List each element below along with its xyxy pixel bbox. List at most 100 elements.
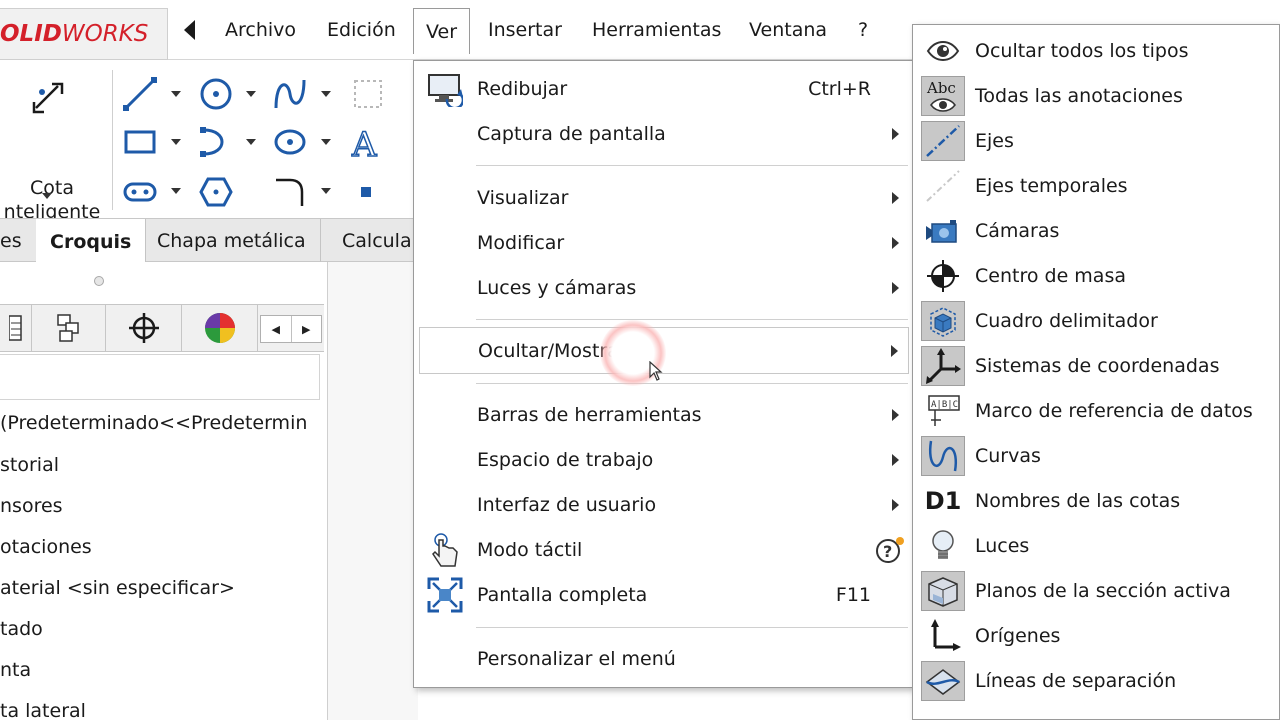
menu-separator [476, 319, 908, 320]
text-icon[interactable]: A [346, 122, 386, 162]
tree-item-historial[interactable]: storial [0, 454, 59, 476]
menu-item-shortcut: Ctrl+R [808, 77, 871, 100]
configuration-manager-tab-icon[interactable] [106, 305, 182, 351]
tab-chapa-metalica[interactable]: Chapa metálica [143, 219, 321, 263]
panel-splitter-handle[interactable] [94, 276, 104, 286]
circle-icon[interactable] [196, 74, 236, 114]
ellipse-icon[interactable] [270, 122, 310, 162]
menu-edicion[interactable]: Edición [315, 8, 408, 52]
tree-item-alzado[interactable]: tado [0, 618, 43, 640]
straight-slot-icon[interactable] [120, 172, 160, 212]
menu-item-captura-de-pantalla[interactable]: Captura de pantalla [419, 111, 909, 156]
submenu-item-label: Nombres de las cotas [975, 489, 1181, 512]
menu-bar: OLID WORKS Archivo Edición Ver Insertar H… [0, 0, 960, 60]
submenu-item-lineas-de-separacion[interactable]: Líneas de separación [913, 658, 1280, 703]
submenu-item-sistemas-de-coordenadas[interactable]: Sistemas de coordenadas [913, 343, 1280, 388]
temporary-axis-icon [921, 166, 965, 206]
arc-dropdown-icon[interactable] [246, 139, 256, 145]
menu-item-pantalla-completa[interactable]: Pantalla completa F11 [419, 572, 909, 617]
command-manager-toolbar: Cota nteligente A [0, 60, 415, 223]
scroll-right-icon[interactable]: ▶ [290, 316, 322, 342]
rectangle-dropdown-icon[interactable] [171, 139, 181, 145]
spline-icon[interactable] [270, 74, 310, 114]
menu-item-luces-y-camaras[interactable]: Luces y cámaras [419, 265, 909, 310]
smart-dimension-dropdown-icon[interactable] [42, 193, 52, 199]
menu-insertar[interactable]: Insertar [476, 8, 574, 52]
spline-dropdown-icon[interactable] [321, 91, 331, 97]
submenu-item-label: Ejes [975, 129, 1014, 152]
menu-separator [476, 627, 908, 628]
construction-geometry-icon[interactable] [348, 74, 388, 114]
tree-item-sensores[interactable]: nsores [0, 495, 63, 517]
menu-archivo[interactable]: Archivo [213, 8, 308, 52]
logo-text-bold: OLID [0, 21, 62, 47]
point-icon[interactable] [352, 178, 380, 206]
menu-item-redibujar[interactable]: Redibujar Ctrl+R [419, 66, 909, 111]
menu-item-personalizar-el-menu[interactable]: Personalizar el menú [419, 636, 909, 681]
line-dropdown-icon[interactable] [171, 91, 181, 97]
slot-arc-icon[interactable] [196, 122, 236, 162]
submenu-item-label: Planos de la sección activa [975, 579, 1231, 602]
submenu-item-ejes-temporales[interactable]: Ejes temporales [913, 163, 1280, 208]
parting-lines-icon [921, 660, 965, 701]
submenu-item-ocultar-todos[interactable]: Ocultar todos los tipos [913, 28, 1280, 73]
circle-dropdown-icon[interactable] [246, 91, 256, 97]
polygon-icon[interactable] [196, 172, 236, 212]
tab-calcula[interactable]: Calcula [328, 219, 426, 263]
smart-dimension-icon[interactable] [28, 78, 68, 118]
collapse-menu-arrow-icon[interactable] [184, 20, 195, 40]
tree-filter-box[interactable] [0, 354, 320, 400]
submenu-item-cuadro-delimitador[interactable]: Cuadro delimitador [913, 298, 1280, 343]
view-menu-dropdown: Redibujar Ctrl+R Captura de pantalla Vis… [413, 60, 913, 688]
graphics-area[interactable] [328, 262, 418, 720]
submenu-item-centro-de-masa[interactable]: Centro de masa [913, 253, 1280, 298]
menu-item-label: Modo táctil [477, 538, 583, 561]
menu-ventana[interactable]: Ventana [737, 8, 839, 52]
submenu-item-ejes[interactable]: Ejes [913, 118, 1280, 163]
tree-item-material[interactable]: aterial <sin especificar> [0, 577, 235, 599]
coordinate-system-icon [921, 345, 965, 386]
submenu-arrow-icon [892, 236, 899, 249]
touch-hand-icon [427, 532, 463, 568]
menu-item-modificar[interactable]: Modificar [419, 220, 909, 265]
panel-tab-scroll[interactable]: ◀ ▶ [260, 315, 322, 343]
datum-reference-icon: A|B|C [921, 391, 965, 431]
submenu-item-marco-de-referencia[interactable]: A|B|C Marco de referencia de datos [913, 388, 1280, 433]
sketch-fillet-icon[interactable] [270, 172, 310, 212]
submenu-item-curvas[interactable]: Curvas [913, 433, 1280, 478]
tree-item-config[interactable]: (Predeterminado<<Predetermin [0, 412, 307, 434]
rectangle-icon[interactable] [120, 122, 160, 162]
bounding-box-icon [921, 300, 965, 341]
property-manager-tab-icon[interactable] [32, 305, 106, 351]
menu-help[interactable]: ? [846, 8, 880, 52]
smart-dimension-label[interactable]: Cota nteligente [0, 176, 104, 224]
toolbar-divider [112, 70, 113, 210]
tree-item-planta[interactable]: nta [0, 659, 31, 681]
tree-item-anotaciones[interactable]: otaciones [0, 536, 92, 558]
touch-help-icon[interactable]: ? [875, 535, 905, 570]
submenu-item-luces[interactable]: Luces [913, 523, 1280, 568]
ellipse-dropdown-icon[interactable] [321, 139, 331, 145]
menu-item-espacio-de-trabajo[interactable]: Espacio de trabajo [419, 437, 909, 482]
submenu-item-planos-seccion-activa[interactable]: Planos de la sección activa [913, 568, 1280, 613]
tab-croquis[interactable]: Croquis [36, 219, 147, 264]
submenu-item-todas-anotaciones[interactable]: Abc Todas las anotaciones [913, 73, 1280, 118]
feature-tree-tab-icon[interactable] [0, 305, 32, 351]
fillet-dropdown-icon[interactable] [321, 188, 331, 194]
tab-features[interactable]: es [0, 219, 37, 263]
scroll-left-icon[interactable]: ◀ [261, 316, 291, 342]
submenu-item-camaras[interactable]: Cámaras [913, 208, 1280, 253]
solidworks-logo[interactable]: OLID WORKS [0, 8, 168, 60]
menu-herramientas[interactable]: Herramientas [580, 8, 733, 52]
line-icon[interactable] [120, 74, 160, 114]
menu-item-modo-tactil[interactable]: Modo táctil ? [419, 527, 909, 572]
display-manager-tab-icon[interactable] [182, 305, 258, 351]
menu-item-visualizar[interactable]: Visualizar [419, 175, 909, 220]
menu-ver[interactable]: Ver [413, 8, 471, 54]
menu-item-interfaz-de-usuario[interactable]: Interfaz de usuario [419, 482, 909, 527]
slot-dropdown-icon[interactable] [171, 188, 181, 194]
tree-item-vista-lateral[interactable]: ta lateral [0, 700, 86, 720]
menu-item-barras-de-herramientas[interactable]: Barras de herramientas [419, 392, 909, 437]
submenu-item-nombres-de-las-cotas[interactable]: D1 Nombres de las cotas [913, 478, 1280, 523]
submenu-item-origenes[interactable]: Orígenes [913, 613, 1280, 658]
